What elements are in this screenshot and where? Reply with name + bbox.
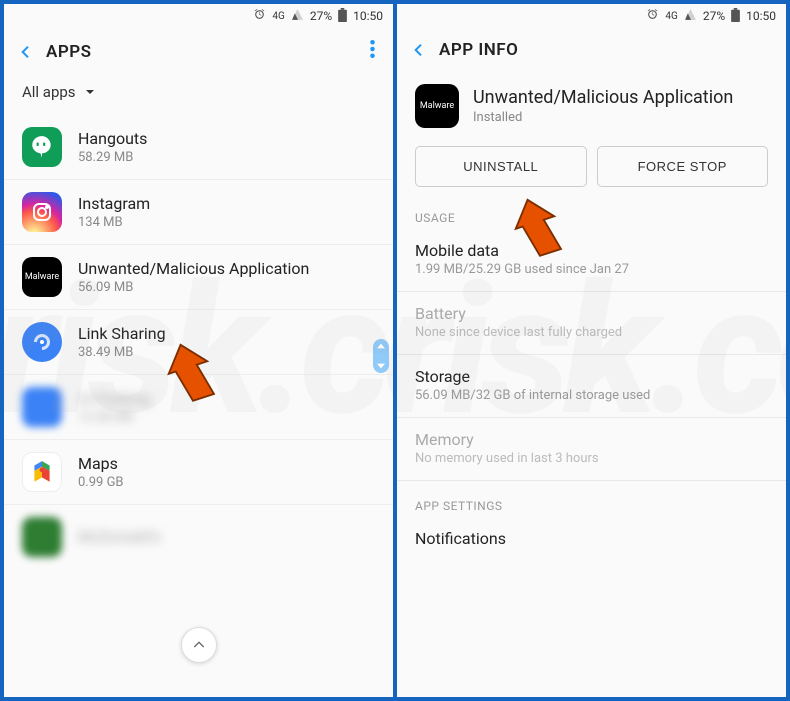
hangouts-icon (22, 127, 62, 167)
app-name: m-Parking (78, 389, 375, 408)
back-icon[interactable] (411, 42, 427, 58)
usage-battery[interactable]: Battery None since device last fully cha… (397, 292, 786, 355)
page-title: APP INFO (439, 40, 518, 60)
app-row-malicious[interactable]: Malware Unwanted/Malicious Application 5… (4, 245, 393, 310)
app-row-instagram[interactable]: Instagram 134 MB (4, 180, 393, 245)
app-size: 134 MB (78, 215, 375, 230)
app-icon-blurred (22, 387, 62, 427)
app-row-blurred-2[interactable]: McDonald's (4, 505, 393, 569)
usage-memory[interactable]: Memory No memory used in last 3 hours (397, 418, 786, 481)
app-row-linksharing[interactable]: Link Sharing 38.49 MB (4, 310, 393, 375)
battery-icon (731, 8, 740, 25)
app-name: McDonald's (78, 527, 375, 546)
battery-icon (338, 8, 347, 25)
app-row-hangouts[interactable]: Hangouts 58.29 MB (4, 115, 393, 180)
app-info-header: Malware Unwanted/Malicious Application I… (397, 78, 786, 146)
app-list[interactable]: Hangouts 58.29 MB Instagram 134 MB Malwa… (4, 115, 393, 697)
linksharing-icon (22, 322, 62, 362)
scroll-handle[interactable] (373, 339, 389, 373)
usage-storage[interactable]: Storage 56.09 MB/32 GB of internal stora… (397, 355, 786, 418)
chevron-down-icon (377, 362, 385, 370)
usage-key: Storage (415, 367, 768, 386)
forcestop-button[interactable]: FORCE STOP (597, 146, 769, 187)
app-size: 13.48 MB (78, 410, 375, 425)
back-icon[interactable] (18, 44, 34, 60)
app-icon-blurred (22, 517, 62, 557)
instagram-icon (22, 192, 62, 232)
malware-icon: Malware (415, 84, 459, 128)
malware-icon: Malware (22, 257, 62, 297)
signal-icon (684, 8, 697, 24)
app-name: Maps (78, 454, 375, 473)
title-bar: APP INFO (397, 26, 786, 78)
appinfo-screen: PCrisk.com 4G 27% 10:50 APP INFO Malware… (397, 4, 786, 697)
battery-pct: 27% (310, 9, 332, 23)
network-label: 4G (272, 11, 284, 22)
app-size: 56.09 MB (78, 280, 375, 295)
usage-value: No memory used in last 3 hours (415, 451, 768, 466)
app-name: Hangouts (78, 129, 375, 148)
app-name: Instagram (78, 194, 375, 213)
filter-label: All apps (22, 83, 76, 101)
clock: 10:50 (746, 9, 776, 23)
app-name: Unwanted/Malicious Application (473, 87, 733, 108)
app-size: 38.49 MB (78, 345, 375, 360)
scroll-to-top-button[interactable] (181, 627, 217, 663)
app-size: 0.99 GB (78, 475, 375, 490)
usage-key: Mobile data (415, 241, 768, 260)
usage-key: Memory (415, 430, 768, 449)
settings-key: Notifications (415, 529, 768, 548)
apps-screen: PCrisk.com 4G 27% 10:50 APPS All apps (4, 4, 393, 697)
app-size: 58.29 MB (78, 150, 375, 165)
overflow-menu-icon[interactable] (370, 40, 379, 63)
install-status: Installed (473, 110, 733, 125)
app-row-maps[interactable]: Maps 0.99 GB (4, 440, 393, 505)
app-row-blurred-1[interactable]: m-Parking 13.48 MB (4, 375, 393, 440)
app-name: Link Sharing (78, 324, 375, 343)
alarm-icon (646, 8, 659, 24)
signal-icon (291, 8, 304, 24)
app-name: Unwanted/Malicious Application (78, 259, 375, 278)
chevron-down-icon (84, 86, 96, 98)
usage-mobiledata[interactable]: Mobile data 1.99 MB/25.29 GB used since … (397, 229, 786, 292)
battery-pct: 27% (703, 9, 725, 23)
maps-icon (22, 452, 62, 492)
network-label: 4G (665, 11, 677, 22)
section-settings-label: APP SETTINGS (397, 481, 786, 517)
status-bar: 4G 27% 10:50 (4, 4, 393, 26)
usage-value: 1.99 MB/25.29 GB used since Jan 27 (415, 262, 768, 277)
uninstall-button[interactable]: UNINSTALL (415, 146, 587, 187)
filter-dropdown[interactable]: All apps (4, 81, 393, 115)
section-usage-label: USAGE (397, 201, 786, 229)
title-bar: APPS (4, 26, 393, 81)
settings-notifications[interactable]: Notifications (397, 517, 786, 550)
clock: 10:50 (353, 9, 383, 23)
status-bar: 4G 27% 10:50 (397, 4, 786, 26)
usage-key: Battery (415, 304, 768, 323)
chevron-up-icon (377, 342, 385, 350)
page-title: APPS (46, 42, 92, 62)
usage-value: 56.09 MB/32 GB of internal storage used (415, 388, 768, 403)
action-buttons: UNINSTALL FORCE STOP (397, 146, 786, 201)
alarm-icon (253, 8, 266, 24)
usage-value: None since device last fully charged (415, 325, 768, 340)
